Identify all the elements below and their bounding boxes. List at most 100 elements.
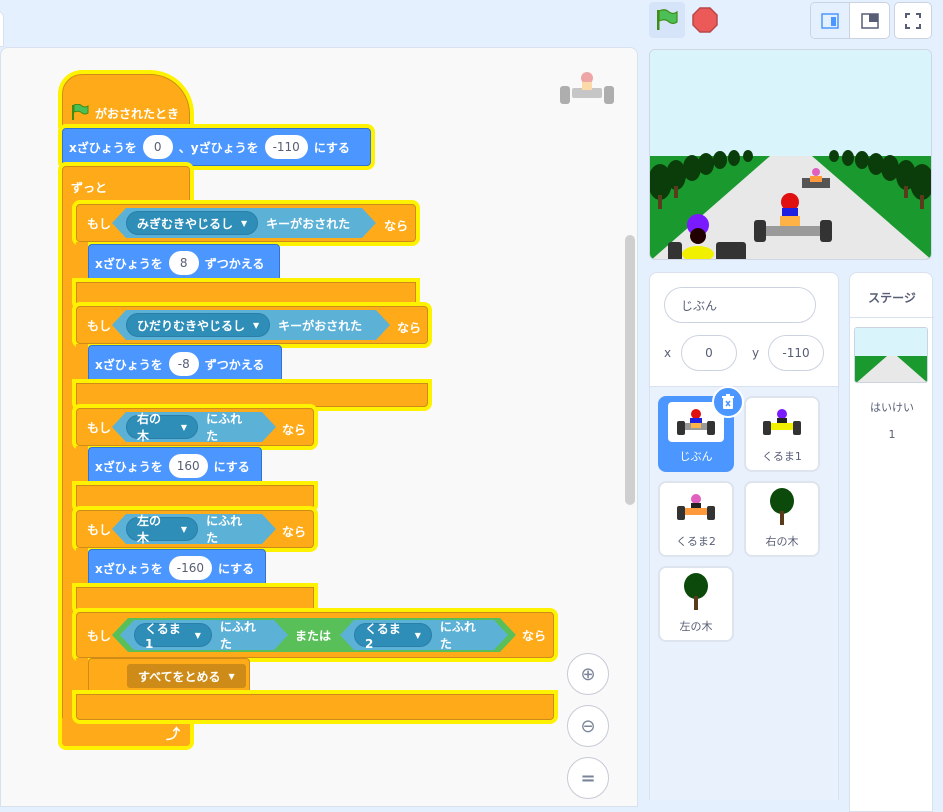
if4-bottom-arm <box>76 587 314 611</box>
chevron-down-icon: ▼ <box>228 671 235 681</box>
if4-action-suffix: にする <box>217 561 255 576</box>
stop-menu[interactable]: すべてをとめる ▼ <box>127 664 246 688</box>
when-flag-clicked-hat[interactable]: がおされたとき <box>62 74 190 130</box>
set-x-160-block[interactable]: xざひょうを 160 にする <box>88 447 262 485</box>
sprite-name-kuruma1: くるま1 <box>762 450 802 463</box>
stage-panel-divider <box>850 317 934 318</box>
tree-icon <box>668 572 724 612</box>
goto-sep-label: 、yざひょうを <box>178 140 259 155</box>
hat-label: がおされたとき <box>95 106 180 121</box>
sprite-info-panel: じぶん x 0 y -110 <box>649 272 839 387</box>
change-x-by-minus8-block[interactable]: xざひょうを -8 ずつかえる <box>88 345 282 383</box>
if1-then-label: なら <box>384 219 409 233</box>
if5-then-label: なら <box>522 629 547 643</box>
touching-menu-car1[interactable]: くるま1 ▼ <box>134 623 212 647</box>
set-x-input-2[interactable]: -160 <box>168 556 212 580</box>
goto-xy-block[interactable]: xざひょうを 0 、yざひょうを -110 にする <box>62 128 371 166</box>
sprite-name-left-tree: 左の木 <box>679 620 713 633</box>
touching-car1-condition[interactable]: くるま1 ▼ にふれた <box>120 620 288 650</box>
if1-bottom-arm <box>76 282 416 306</box>
zoom-reset-icon: = <box>580 767 596 789</box>
backdrop-thumbnail[interactable] <box>854 327 928 383</box>
change-x-input-1[interactable]: 8 <box>168 251 199 275</box>
pink-kart-icon <box>668 487 724 527</box>
goto-x-input[interactable]: 0 <box>142 135 173 159</box>
chevron-down-icon: ▼ <box>241 218 248 228</box>
x-position-input[interactable]: 0 <box>681 335 737 371</box>
code-scrollbar[interactable] <box>625 235 635 505</box>
touching-car2-condition[interactable]: くるま2 ▼ にふれた <box>340 620 508 650</box>
set-x-input-1[interactable]: 160 <box>168 454 208 478</box>
sprite-name-field[interactable]: じぶん <box>664 287 816 323</box>
chevron-down-icon: ▼ <box>194 630 201 640</box>
chevron-down-icon: ▼ <box>180 422 188 432</box>
if4-then-label: なら <box>282 525 307 539</box>
stop-icon <box>692 7 718 33</box>
zoom-in-button[interactable]: ⊕ <box>567 653 609 695</box>
race-scene <box>650 50 931 259</box>
stage-panel-title: ステージ <box>868 291 916 305</box>
goto-y-input[interactable]: -110 <box>264 135 308 159</box>
key-menu-right[interactable]: みぎむきやじるし ▼ <box>126 211 258 235</box>
y-position-input[interactable]: -110 <box>768 335 824 371</box>
sprite-name-jibun: じぶん <box>679 450 713 463</box>
key-pressed-left-condition[interactable]: ひだりむきやじるし ▼ キーがおされた <box>112 310 390 340</box>
if4-touching-label: にふれた <box>206 514 243 545</box>
zoom-in-icon: ⊕ <box>580 663 596 685</box>
if2-action-suffix: ずつかえる <box>204 357 265 372</box>
small-stage-icon <box>821 12 839 29</box>
code-tab-edge[interactable] <box>0 10 4 47</box>
sprite-tile-left-tree[interactable]: 左の木 <box>658 566 734 642</box>
stage-canvas[interactable] <box>649 49 932 260</box>
delete-sprite-button[interactable] <box>712 386 744 418</box>
if4-action-label: xざひょうを <box>95 561 163 576</box>
key-pressed-right-condition[interactable]: みぎむきやじるし ▼ キーがおされた <box>112 208 376 238</box>
zoom-out-icon: ⊖ <box>580 715 596 737</box>
if4-mouth-left <box>76 548 88 586</box>
zoom-reset-button[interactable]: = <box>567 757 609 799</box>
backdrop-count: 1 <box>888 428 896 441</box>
if4-if-label: もし <box>87 522 112 537</box>
if3-action-label: xざひょうを <box>95 459 163 474</box>
x-label: x <box>664 346 672 360</box>
change-x-by-8-block[interactable]: xざひょうを 8 ずつかえる <box>88 244 280 282</box>
green-flag-icon <box>657 9 678 30</box>
touching-menu-car2[interactable]: くるま2 ▼ <box>354 623 432 647</box>
if3-bottom-arm <box>76 485 314 509</box>
small-stage-button[interactable] <box>811 3 851 38</box>
sprite-tile-kuruma1[interactable]: くるま1 <box>744 396 820 472</box>
chevron-down-icon: ▼ <box>253 320 260 330</box>
if2-action-label: xざひょうを <box>95 357 163 372</box>
fullscreen-button[interactable] <box>894 2 932 39</box>
green-flag-icon <box>71 103 89 123</box>
goto-suffix-label: にする <box>313 140 350 155</box>
backdrop-label: はいけい <box>870 401 914 414</box>
if3-action-suffix: にする <box>213 459 250 474</box>
set-x-minus160-block[interactable]: xざひょうを -160 にする <box>88 549 266 587</box>
key-menu-left[interactable]: ひだりむきやじるし ▼ <box>126 313 270 337</box>
green-flag-button[interactable] <box>649 2 685 38</box>
if3-touching-label: にふれた <box>206 412 243 443</box>
change-x-input-2[interactable]: -8 <box>168 352 199 376</box>
large-stage-icon <box>860 12 879 29</box>
y-label: y <box>752 346 760 360</box>
forever-label: ずっと <box>71 181 108 195</box>
touching-right-tree-condition[interactable]: 右の木 ▼ にふれた <box>112 412 276 442</box>
if5-mouth-left <box>76 658 88 694</box>
stage-selector-panel[interactable]: ステージ はいけい 1 <box>849 272 934 812</box>
if3-then-label: なら <box>282 423 307 437</box>
sprite-tile-kuruma2[interactable]: くるま2 <box>658 481 734 557</box>
stop-all-block[interactable]: すべてをとめる ▼ <box>88 658 250 694</box>
sprite-name-right-tree: 右の木 <box>765 535 799 548</box>
if1-action-suffix: ずつかえる <box>204 256 265 271</box>
touching-menu-left-tree[interactable]: 左の木 ▼ <box>126 517 198 541</box>
if1-pressed-label: キーがおされた <box>266 216 351 231</box>
zoom-out-button[interactable]: ⊖ <box>567 705 609 747</box>
if2-pressed-label: キーがおされた <box>278 318 363 333</box>
stop-button[interactable] <box>687 2 723 38</box>
sprite-tile-right-tree[interactable]: 右の木 <box>744 481 820 557</box>
large-stage-button[interactable] <box>850 3 889 38</box>
or-label: または <box>295 629 332 643</box>
touching-left-tree-condition[interactable]: 左の木 ▼ にふれた <box>112 514 276 544</box>
touching-menu-right-tree[interactable]: 右の木 ▼ <box>126 415 198 439</box>
